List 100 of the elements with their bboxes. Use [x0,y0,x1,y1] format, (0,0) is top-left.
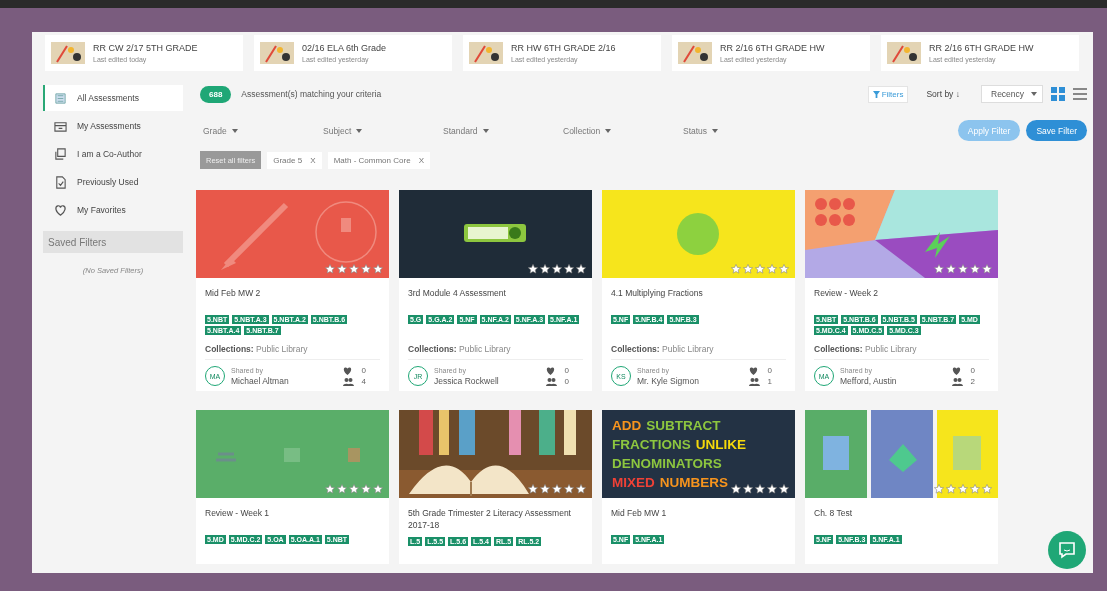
thumbnail-word: SUBTRACT [646,417,721,435]
star-icon [970,264,980,274]
star-icon [934,484,944,494]
star-icon [755,484,765,494]
sort-label: Sort by ↓ [926,89,960,99]
sidebar-item[interactable]: My Assessments [43,113,183,139]
star-icon [576,264,586,274]
remove-chip-button[interactable]: X [310,155,316,165]
thumbnail-word: DENOMINATORS [612,455,722,473]
caret-icon [231,128,238,133]
star-icon [767,264,777,274]
star-icon [325,484,335,494]
star-icon [528,484,538,494]
card-title: Mid Feb MW 1 [610,507,668,520]
caret-icon [356,128,363,133]
star-icon [743,484,753,494]
likes-count: 0 [564,366,569,375]
uses-count: 4 [361,377,366,386]
card-title: 5th Grade Trimester 2 Literacy Assessment 2017-18 [407,507,572,531]
filter-dropdown[interactable]: Collection [556,125,676,136]
star-icon [540,264,550,274]
caret-icon [605,128,612,133]
author-name: Mefford, Austin [840,375,897,386]
likes-count: 0 [361,366,366,375]
users-icon [342,377,354,386]
sidebar-item[interactable]: Previously Used [43,169,183,195]
star-icon [946,264,956,274]
filter-chip: Grade 5 X [267,151,322,169]
star-icon [946,484,956,494]
collections-text: Collections: Public Library [610,343,715,354]
view-toggle[interactable] [1073,88,1087,100]
recent-title: RR 2/16 6TH GRADE HW [929,43,1034,53]
star-icon [361,264,371,274]
heart-icon [951,366,961,375]
card-title: Mid Feb MW 2 [204,287,262,300]
star-icon [373,484,383,494]
file-check-icon [54,175,67,189]
star-icon [337,264,347,274]
star-icon [552,484,562,494]
star-icon [779,264,789,274]
thumbnail-word: FRACTIONS [612,436,691,454]
chat-icon [1058,541,1076,559]
uses-count: 1 [767,377,772,386]
saved-filters-heading: Saved Filters [43,231,183,253]
filter-dropdown[interactable]: Status [676,125,796,136]
star-icon [564,264,574,274]
recent-title: 02/16 ELA 6th Grade [302,43,387,53]
grid-icon [1051,87,1065,101]
star-icon [731,264,741,274]
recent-title: RR 2/16 6TH GRADE HW [720,43,825,53]
document-icon [54,91,67,105]
star-icon [337,484,347,494]
filter-dropdown[interactable]: Subject [316,125,436,136]
caret-icon [482,128,489,133]
view-toggle[interactable] [1051,87,1065,101]
users-icon [748,377,760,386]
recent-title: RR HW 6TH GRADE 2/16 [511,43,616,53]
uses-count: 2 [970,377,975,386]
sidebar-item[interactable]: All Assessments [43,85,183,111]
star-icon [349,264,359,274]
star-icon [373,264,383,274]
star-icon [552,264,562,274]
users-icon [951,377,963,386]
filter-icon [872,90,880,98]
star-icon [731,484,741,494]
author-name: Jessica Rockwell [434,375,499,386]
likes-count: 0 [767,366,772,375]
users-icon [545,377,557,386]
heart-icon [342,366,352,375]
star-icon [576,484,586,494]
count-badge: 688 [200,85,232,103]
collections-text: Collections: Public Library [407,343,512,354]
star-icon [528,264,538,274]
collections-text: Collections: Public Library [813,343,918,354]
filter-dropdown[interactable]: Grade [196,125,316,136]
thumbnail-word: ADD [612,417,642,435]
results-text: Assessment(s) matching your criteria [241,89,382,99]
card-title: 3rd Module 4 Assessment [407,287,507,300]
card-title: Review - Week 1 [204,507,271,520]
filter-dropdown[interactable]: Standard [436,125,556,136]
star-icon [767,484,777,494]
sidebar-item[interactable]: My Favorites [43,197,183,223]
uses-count: 0 [564,377,569,386]
sidebar-item[interactable]: I am a Co-Author [43,141,183,167]
heart-icon [545,366,555,375]
heart-icon [748,366,758,375]
heart-icon [54,203,67,217]
star-icon [743,264,753,274]
sort-select[interactable]: Recency [981,85,1043,103]
filter-chip: Math - Common Core X [327,151,431,169]
card-title: Ch. 8 Test [813,507,854,520]
card-title: 4.1 Multiplying Fractions [610,287,704,300]
star-icon [755,264,765,274]
thumbnail-word: MIXED [612,474,655,492]
likes-count: 0 [970,366,975,375]
remove-chip-button[interactable]: X [418,155,425,165]
star-icon [934,264,944,274]
collections-text: Collections: Public Library [204,343,309,354]
star-icon [540,484,550,494]
star-icon [982,264,992,274]
